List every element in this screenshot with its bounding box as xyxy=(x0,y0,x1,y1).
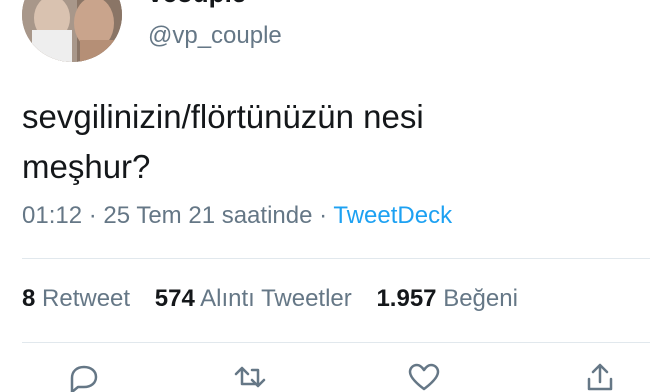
avatar[interactable] xyxy=(22,0,122,62)
likes-label: Beğeni xyxy=(443,285,518,312)
retweet-icon[interactable] xyxy=(232,362,268,392)
tweet-date[interactable]: 25 Tem 21 saatinde xyxy=(103,202,312,229)
display-name[interactable]: vcouple xyxy=(148,0,246,9)
chevron-down-icon[interactable] xyxy=(622,0,642,6)
reply-icon[interactable] xyxy=(66,362,102,392)
tweet-time[interactable]: 01:12 xyxy=(22,202,82,229)
tweet-text: sevgilinizin/flörtünüzün nesi meşhur? xyxy=(22,92,642,192)
action-bar xyxy=(0,362,672,392)
likes-count: 1.957 xyxy=(376,285,437,312)
quotes-stat[interactable]: 574 Alıntı Tweetler xyxy=(155,285,352,313)
retweets-label: Retweet xyxy=(42,285,131,312)
retweets-stat[interactable]: 8 Retweet xyxy=(22,285,130,313)
retweets-count: 8 xyxy=(22,285,36,312)
tweet-source-link[interactable]: TweetDeck xyxy=(333,202,452,229)
likes-stat[interactable]: 1.957 Beğeni xyxy=(376,285,517,313)
tweet-text-line: sevgilinizin/flörtünüzün nesi xyxy=(22,98,424,135)
tweet-stats: 8 Retweet 574 Alıntı Tweetler 1.957 Beğe… xyxy=(22,285,536,313)
divider xyxy=(22,342,650,343)
tweet-meta: 01:12 · 25 Tem 21 saatinde · TweetDeck xyxy=(22,202,452,230)
quotes-count: 574 xyxy=(154,285,195,312)
quotes-label: Alıntı Tweetler xyxy=(200,285,352,312)
share-icon[interactable] xyxy=(582,362,618,392)
user-handle[interactable]: @vp_couple xyxy=(148,22,282,50)
heart-icon[interactable] xyxy=(406,362,442,392)
meta-separator: · xyxy=(319,202,328,229)
meta-separator: · xyxy=(88,202,97,229)
tweet-text-line: meşhur? xyxy=(22,148,151,185)
divider xyxy=(22,258,650,259)
